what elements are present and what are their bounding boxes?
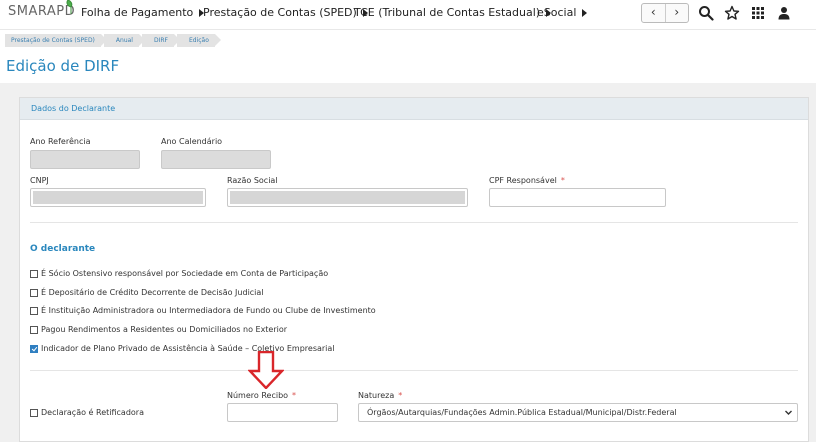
next-button[interactable]: ›	[666, 4, 689, 22]
cpf-responsavel-label: CPF Responsável *	[489, 176, 565, 185]
checkbox-label: Declaração é Retificadora	[41, 408, 144, 417]
checkbox-label: É Sócio Ostensivo responsável por Socied…	[41, 269, 329, 278]
checkbox-label: É Instituição Administradora ou Intermed…	[41, 306, 376, 315]
redacted-value	[230, 191, 465, 204]
cpf-responsavel-input[interactable]	[489, 188, 666, 207]
checkbox-label: Indicador de Plano Privado de Assistênci…	[41, 344, 335, 353]
checkbox-label: Pagou Rendimentos a Residentes ou Domici…	[41, 325, 288, 334]
cnpj-field[interactable]	[30, 188, 206, 207]
required-mark: *	[560, 176, 565, 185]
ano-referencia-field[interactable]	[30, 150, 140, 169]
pager-control: ‹ ›	[641, 3, 689, 23]
top-navbar: SMARAPD Folha de Pagamento Prestação de …	[0, 0, 816, 30]
nav-esocial[interactable]: eSocial	[537, 6, 588, 19]
natureza-label: Natureza *	[358, 391, 402, 400]
checkbox-depositario-credito[interactable]	[30, 289, 38, 297]
panel-title: Dados do Declarante	[31, 104, 116, 113]
natureza-select[interactable]: Órgãos/Autarquias/Fundações Admin.Públic…	[358, 403, 798, 422]
o-declarante-title: O declarante	[30, 244, 96, 254]
required-mark: *	[292, 391, 297, 400]
nav-prestacao-contas[interactable]: Prestação de Contas (SPED)	[203, 6, 368, 19]
caret-right-icon	[582, 9, 588, 17]
nav-item-label: eSocial	[537, 6, 577, 19]
checkbox-label: É Depositário de Crédito Decorrente de D…	[41, 288, 264, 297]
nav-item-label: TCE (Tribunal de Contas Estadual)	[354, 6, 541, 19]
numero-recibo-label: Número Recibo *	[227, 391, 296, 400]
page-title: Edição de DIRF	[6, 57, 120, 75]
nav-item-label: Prestação de Contas (SPED)	[203, 6, 357, 19]
checkbox-declaracao-retificadora[interactable]	[30, 409, 38, 417]
nav-tce[interactable]: TCE (Tribunal de Contas Estadual)	[354, 6, 552, 19]
checkbox-rendimentos-exterior[interactable]	[30, 326, 38, 334]
numero-recibo-input[interactable]	[227, 403, 338, 422]
breadcrumb: Prestação de Contas (SPED) Anual DIRF Ed…	[5, 34, 221, 47]
breadcrumb-item-current: Edição	[176, 34, 221, 47]
nav-folha-pagamento[interactable]: Folha de Pagamento	[81, 6, 205, 19]
divider	[30, 222, 798, 223]
app-logo[interactable]: SMARAPD	[8, 0, 75, 19]
chevron-down-icon	[785, 410, 792, 415]
redacted-value	[33, 191, 203, 204]
breadcrumb-item[interactable]: Prestação de Contas (SPED)	[5, 34, 107, 47]
breadcrumb-item[interactable]: Anual	[103, 34, 146, 47]
required-mark: *	[398, 391, 403, 400]
star-icon[interactable]	[724, 5, 740, 21]
cnpj-label: CNPJ	[30, 176, 49, 185]
checkbox-socio-ostensivo[interactable]	[30, 270, 38, 278]
numero-recibo-label-text: Número Recibo	[227, 391, 289, 400]
panel-header: Dados do Declarante	[20, 98, 808, 120]
annotation-arrow-down-icon	[248, 351, 284, 389]
natureza-label-text: Natureza	[358, 391, 395, 400]
checkbox-plano-privado-saude[interactable]	[30, 345, 38, 353]
ano-referencia-label: Ano Referência	[30, 137, 91, 146]
prev-button[interactable]: ‹	[642, 4, 666, 22]
search-icon[interactable]	[698, 5, 714, 21]
nav-item-label: Folha de Pagamento	[81, 6, 194, 19]
ano-calendario-label: Ano Calendário	[161, 137, 223, 146]
razao-social-label: Razão Social	[227, 176, 278, 185]
cpf-responsavel-label-text: CPF Responsável	[489, 176, 557, 185]
grid-apps-icon[interactable]	[750, 5, 766, 21]
checkbox-instituicao-administradora[interactable]	[30, 307, 38, 315]
divider	[30, 370, 798, 371]
user-icon[interactable]	[776, 5, 792, 21]
ano-calendario-field[interactable]	[161, 150, 271, 169]
natureza-selected-value: Órgãos/Autarquias/Fundações Admin.Públic…	[367, 408, 677, 417]
razao-social-field[interactable]	[227, 188, 468, 207]
leaf-icon	[66, 0, 73, 14]
breadcrumb-item[interactable]: DIRF	[141, 34, 181, 47]
